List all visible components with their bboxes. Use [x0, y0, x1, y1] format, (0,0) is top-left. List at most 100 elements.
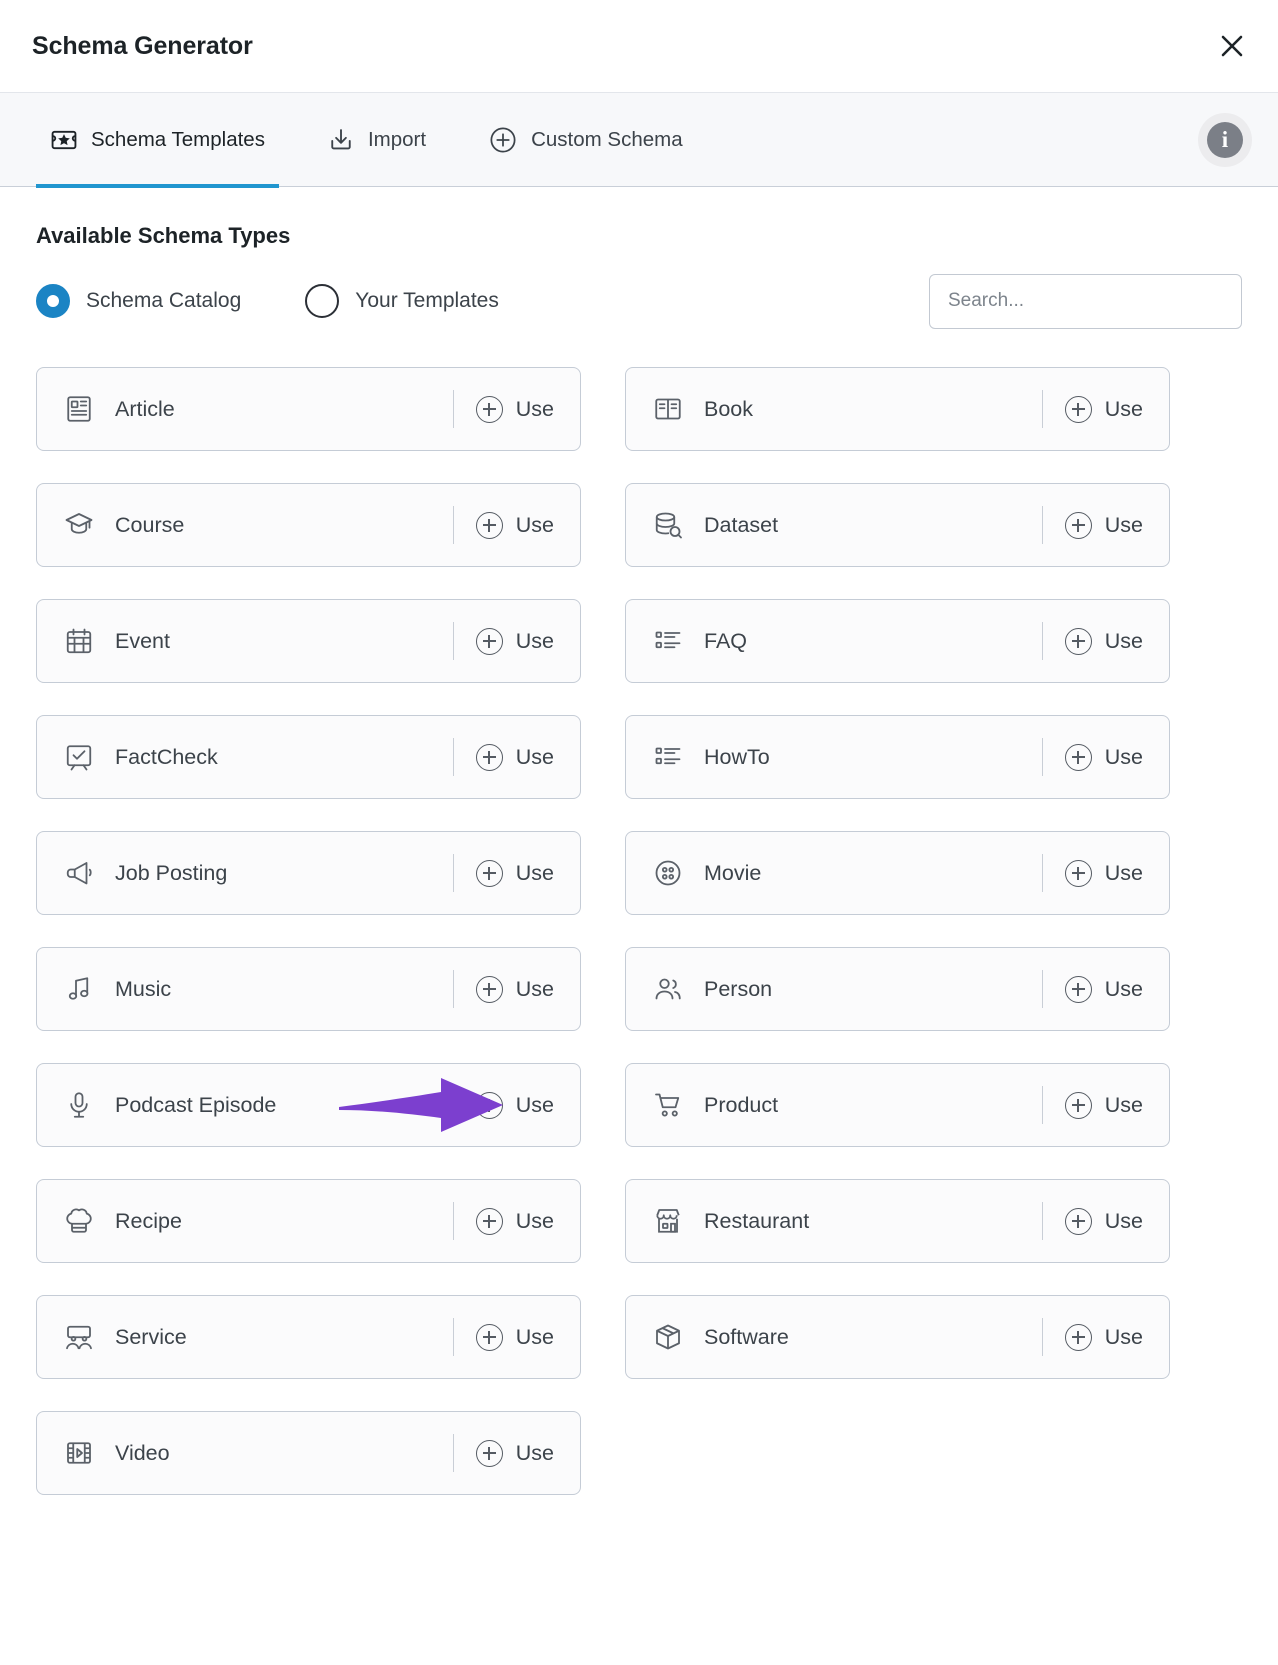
use-button[interactable]: Use	[454, 948, 580, 1030]
tab-label: Schema Templates	[91, 127, 265, 151]
use-button[interactable]: Use	[454, 600, 580, 682]
schema-card-recipe[interactable]: Recipe Use	[36, 1179, 581, 1263]
schema-card-software[interactable]: Software Use	[625, 1295, 1170, 1379]
schema-card-course[interactable]: Course Use	[36, 483, 581, 567]
schema-card-label: Service	[115, 1324, 187, 1349]
use-button[interactable]: Use	[1043, 948, 1169, 1030]
schema-card-label: Podcast Episode	[115, 1092, 277, 1117]
use-button-label: Use	[515, 396, 554, 421]
use-button-label: Use	[515, 628, 554, 653]
use-button-label: Use	[1104, 860, 1143, 885]
use-button[interactable]: Use	[1043, 368, 1169, 450]
radio-schema-catalog[interactable]: Schema Catalog	[36, 284, 241, 318]
schema-card-info: FAQ	[626, 626, 1042, 656]
use-button[interactable]: Use	[454, 484, 580, 566]
schema-card-info: Movie	[626, 858, 1042, 888]
modal-body: Available Schema Types Schema Catalog Yo…	[0, 223, 1278, 1535]
schema-card-article[interactable]: Article Use	[36, 367, 581, 451]
tab-label: Import	[367, 127, 427, 151]
schema-card-info: Music	[37, 974, 453, 1004]
schema-card-info: Product	[626, 1090, 1042, 1120]
info-icon: i	[1207, 121, 1243, 158]
schema-card-label: Person	[704, 976, 773, 1001]
use-button-label: Use	[515, 1324, 554, 1349]
use-button[interactable]: Use	[1043, 1064, 1169, 1146]
schema-card-info: Software	[626, 1322, 1042, 1352]
schema-card-howto[interactable]: HowTo Use	[625, 715, 1170, 799]
schema-card-service[interactable]: Service Use	[36, 1295, 581, 1379]
plus-circle-icon	[1064, 511, 1092, 539]
tab-custom-schema[interactable]: Custom Schema	[474, 93, 697, 187]
use-button-label: Use	[515, 1208, 554, 1233]
use-button-label: Use	[1104, 1092, 1143, 1117]
use-button[interactable]: Use	[454, 1180, 580, 1262]
use-button[interactable]: Use	[454, 716, 580, 798]
use-button[interactable]: Use	[1043, 484, 1169, 566]
chef-hat-icon	[64, 1206, 94, 1236]
schema-card-movie[interactable]: Movie Use	[625, 831, 1170, 915]
close-button[interactable]	[1212, 26, 1252, 66]
schema-card-video[interactable]: Video Use	[36, 1411, 581, 1495]
megaphone-icon	[64, 858, 94, 888]
plus-circle-icon	[475, 511, 503, 539]
use-button[interactable]: Use	[1043, 600, 1169, 682]
schema-card-label: Article	[115, 396, 175, 421]
schema-card-book[interactable]: Book Use	[625, 367, 1170, 451]
schema-card-label: Event	[115, 628, 170, 653]
schema-card-person[interactable]: Person Use	[625, 947, 1170, 1031]
use-button-label: Use	[1104, 628, 1143, 653]
schema-card-faq[interactable]: FAQ Use	[625, 599, 1170, 683]
schema-card-label: Dataset	[704, 512, 779, 537]
schema-card-info: Article	[37, 394, 453, 424]
use-button[interactable]: Use	[1043, 1180, 1169, 1262]
schema-type-grid: Article Use Book Use Course Use Dataset Use Even…	[36, 367, 1242, 1535]
use-button[interactable]: Use	[1043, 832, 1169, 914]
use-button[interactable]: Use	[454, 1296, 580, 1378]
schema-card-info: Event	[37, 626, 453, 656]
plus-circle-icon	[1064, 395, 1092, 423]
schema-card-job-posting[interactable]: Job Posting Use	[36, 831, 581, 915]
radio-indicator-selected[interactable]	[36, 284, 70, 318]
person-icon	[653, 974, 683, 1004]
shopping-cart-icon	[653, 1090, 683, 1120]
schema-card-music[interactable]: Music Use	[36, 947, 581, 1031]
radio-indicator[interactable]	[305, 284, 340, 318]
plus-circle-icon	[1064, 859, 1092, 887]
use-button[interactable]: Use	[454, 832, 580, 914]
schema-card-label: Recipe	[115, 1208, 182, 1233]
schema-card-label: Video	[115, 1440, 170, 1465]
close-icon	[1218, 32, 1246, 60]
schema-card-podcast-episode[interactable]: Podcast Episode Use	[36, 1063, 581, 1147]
use-button[interactable]: Use	[454, 1412, 580, 1494]
plus-circle-icon	[1064, 743, 1092, 771]
info-button[interactable]: i	[1198, 112, 1252, 167]
radio-your-templates[interactable]: Your Templates	[305, 284, 499, 318]
schema-card-product[interactable]: Product Use	[625, 1063, 1170, 1147]
plus-circle-icon	[1064, 975, 1092, 1003]
tab-import[interactable]: Import	[313, 93, 440, 187]
schema-card-info: Person	[626, 974, 1042, 1004]
plus-circle-icon	[475, 743, 503, 771]
use-button[interactable]: Use	[454, 368, 580, 450]
schema-card-event[interactable]: Event Use	[36, 599, 581, 683]
schema-card-label: Book	[704, 396, 754, 421]
schema-card-label: Course	[115, 512, 185, 537]
use-button-label: Use	[515, 976, 554, 1001]
tab-schema-templates[interactable]: Schema Templates	[36, 93, 279, 188]
use-button[interactable]: Use	[1043, 1296, 1169, 1378]
course-icon	[64, 510, 94, 540]
schema-card-info: FactCheck	[37, 742, 453, 772]
use-button[interactable]: Use	[454, 1064, 580, 1146]
event-icon	[64, 626, 94, 656]
schema-card-label: FactCheck	[115, 744, 218, 769]
plus-circle-icon	[475, 627, 503, 655]
plus-circle-icon	[475, 395, 503, 423]
use-button[interactable]: Use	[1043, 716, 1169, 798]
book-icon	[653, 394, 683, 424]
search-input[interactable]	[929, 273, 1242, 329]
schema-card-dataset[interactable]: Dataset Use	[625, 483, 1170, 567]
use-button-label: Use	[1104, 744, 1143, 769]
schema-card-factcheck[interactable]: FactCheck Use	[36, 715, 581, 799]
schema-card-label: Movie	[704, 860, 762, 885]
schema-card-restaurant[interactable]: Restaurant Use	[625, 1179, 1170, 1263]
